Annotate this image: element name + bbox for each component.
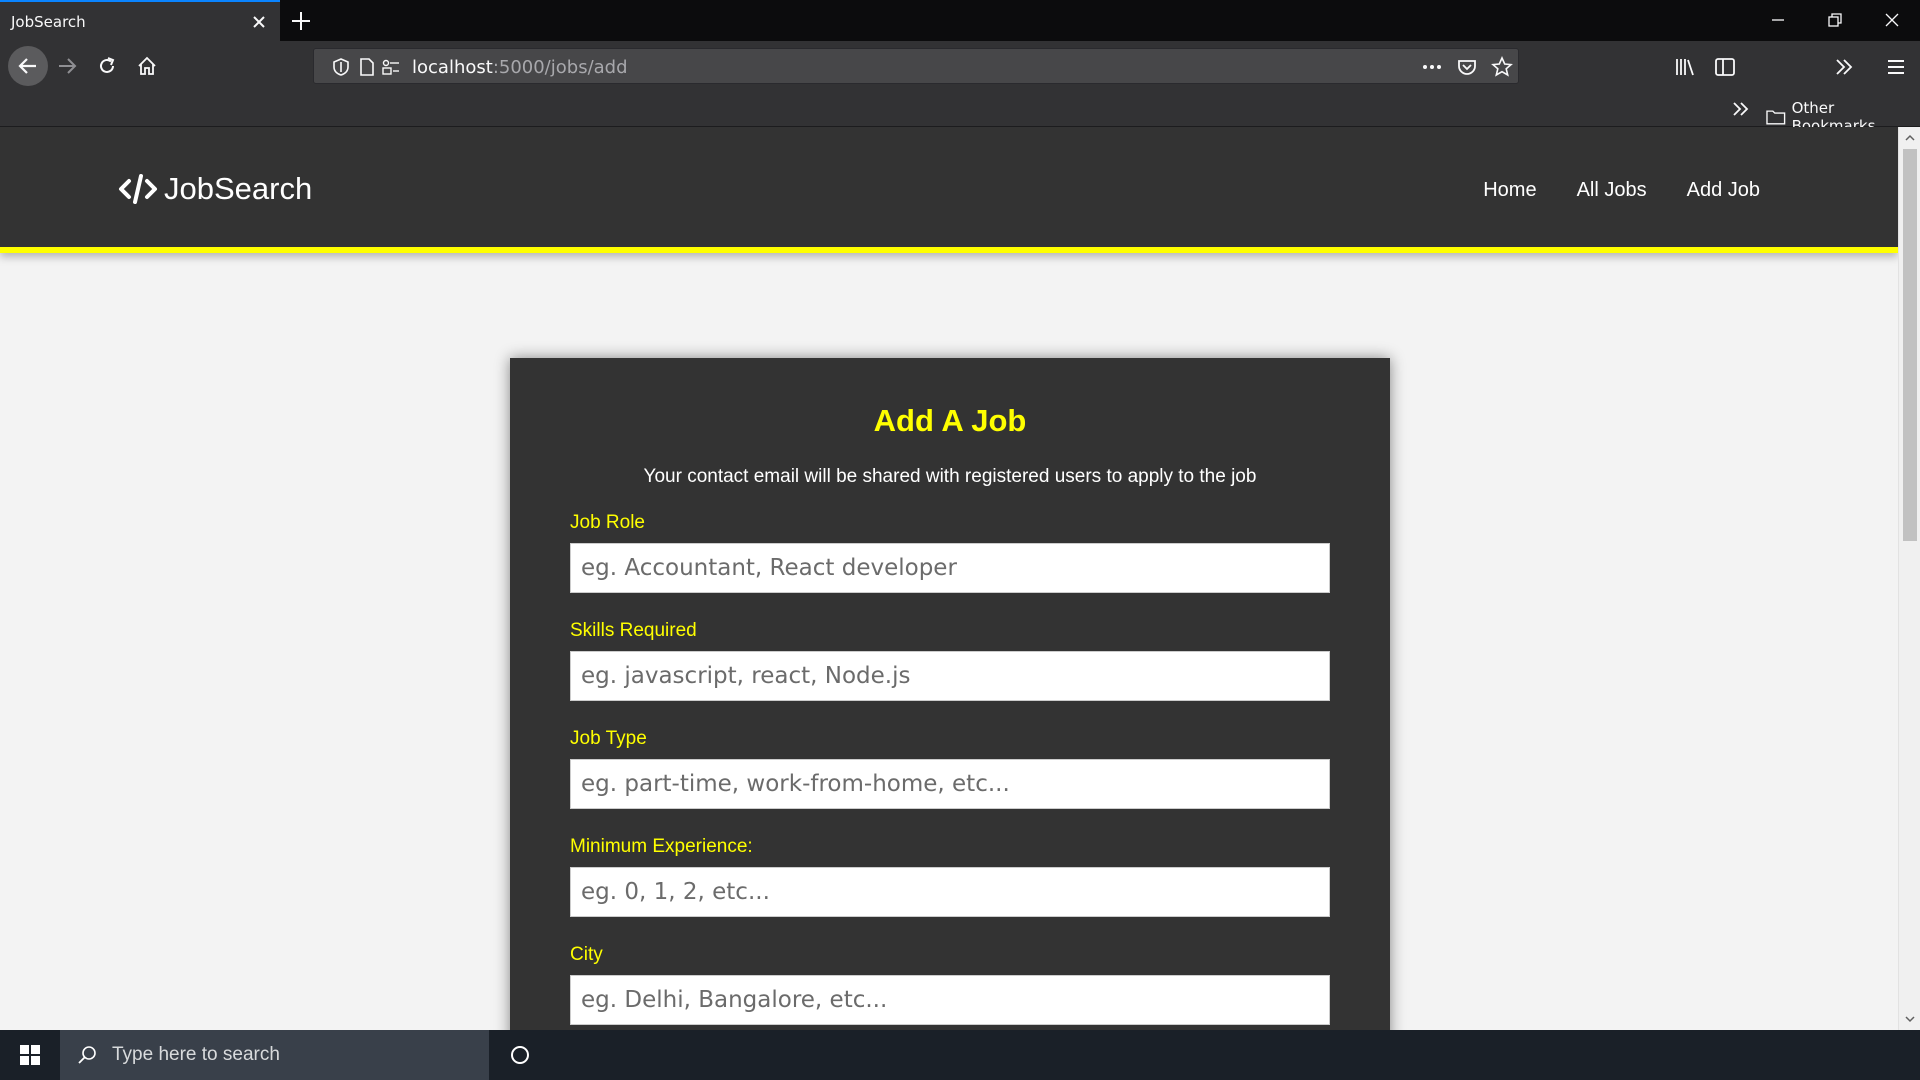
page-viewport: JobSearch Home All Jobs Add Job Add A Jo… — [0, 127, 1898, 1030]
sidebar-toggle-icon[interactable] — [1713, 55, 1737, 79]
site-logo[interactable]: JobSearch — [118, 171, 312, 207]
form-title: Add A Job — [873, 403, 1027, 438]
add-job-form-card: Add A Job Your contact email will be sha… — [510, 358, 1390, 1030]
pocket-icon[interactable] — [1456, 56, 1478, 78]
shield-icon[interactable] — [330, 56, 352, 78]
city-input[interactable] — [570, 975, 1330, 1025]
skills-required-input[interactable] — [570, 651, 1330, 701]
start-button[interactable] — [0, 1030, 60, 1080]
tab-title: JobSearch — [11, 13, 86, 31]
scroll-down-icon[interactable] — [1904, 1013, 1916, 1025]
url-path: :5000/jobs/add — [492, 57, 628, 78]
logo-text: JobSearch — [164, 171, 313, 206]
arrow-left-icon — [18, 58, 36, 74]
search-icon — [78, 1046, 96, 1064]
restore-window-icon[interactable] — [1823, 8, 1847, 32]
forward-button[interactable] — [50, 49, 84, 83]
bookmarks-toolbar: Other Bookmarks — [0, 91, 1920, 135]
browser-tab-strip: JobSearch — [0, 0, 1920, 41]
folder-icon — [1766, 110, 1786, 125]
nav-add-job-link[interactable]: Add Job — [1687, 179, 1760, 202]
browser-toolbar: localhost:5000/jobs/add — [0, 41, 1920, 91]
nav-home-link[interactable]: Home — [1483, 179, 1536, 202]
code-icon — [119, 174, 157, 204]
job-role-input[interactable] — [570, 543, 1330, 593]
close-tab-icon[interactable] — [248, 11, 270, 33]
hamburger-menu-icon[interactable] — [1884, 55, 1908, 79]
bookmark-star-icon[interactable] — [1491, 56, 1513, 78]
overflow-chevron-icon[interactable] — [1832, 55, 1856, 79]
minimize-window-icon[interactable] — [1766, 8, 1790, 32]
page-icon[interactable] — [356, 56, 378, 78]
taskbar-search-box[interactable]: Type here to search — [60, 1030, 489, 1080]
min-experience-input[interactable] — [570, 867, 1330, 917]
close-window-icon[interactable] — [1880, 8, 1904, 32]
reload-icon — [100, 57, 115, 73]
nav-all-jobs-link[interactable]: All Jobs — [1577, 179, 1647, 202]
site-nav: Home All Jobs Add Job — [1483, 179, 1760, 202]
city-label: City — [570, 944, 603, 965]
job-role-label: Job Role — [570, 512, 645, 533]
page-scrollbar[interactable] — [1898, 127, 1920, 1030]
more-options-icon[interactable] — [1421, 56, 1443, 78]
windows-logo-icon — [20, 1045, 40, 1065]
arrow-right-icon — [59, 58, 77, 74]
min-experience-label: Minimum Experience: — [570, 836, 753, 857]
url-text[interactable]: localhost:5000/jobs/add — [412, 57, 628, 78]
cortana-button[interactable] — [500, 1030, 540, 1080]
permissions-icon[interactable] — [380, 56, 402, 78]
job-type-label: Job Type — [570, 728, 647, 749]
form-subtitle: Your contact email will be shared with r… — [643, 466, 1257, 487]
windows-taskbar: Type here to search — [0, 1030, 1920, 1080]
library-icon[interactable] — [1673, 55, 1697, 79]
home-icon — [138, 56, 156, 75]
skills-required-label: Skills Required — [570, 620, 697, 641]
scroll-thumb[interactable] — [1903, 149, 1917, 541]
bookmarks-overflow-icon[interactable] — [1730, 98, 1752, 120]
browser-tab-active[interactable]: JobSearch — [0, 0, 280, 41]
address-bar[interactable]: localhost:5000/jobs/add — [313, 48, 1519, 84]
scroll-up-icon[interactable] — [1904, 132, 1916, 144]
back-button[interactable] — [8, 46, 48, 86]
url-host: localhost — [412, 57, 493, 78]
cortana-circle-icon — [511, 1046, 529, 1064]
home-button[interactable] — [130, 49, 164, 83]
site-header: JobSearch Home All Jobs Add Job — [0, 127, 1898, 253]
taskbar-search-placeholder: Type here to search — [112, 1044, 280, 1065]
new-tab-icon[interactable] — [288, 8, 314, 34]
job-type-input[interactable] — [570, 759, 1330, 809]
reload-button[interactable] — [90, 49, 124, 83]
